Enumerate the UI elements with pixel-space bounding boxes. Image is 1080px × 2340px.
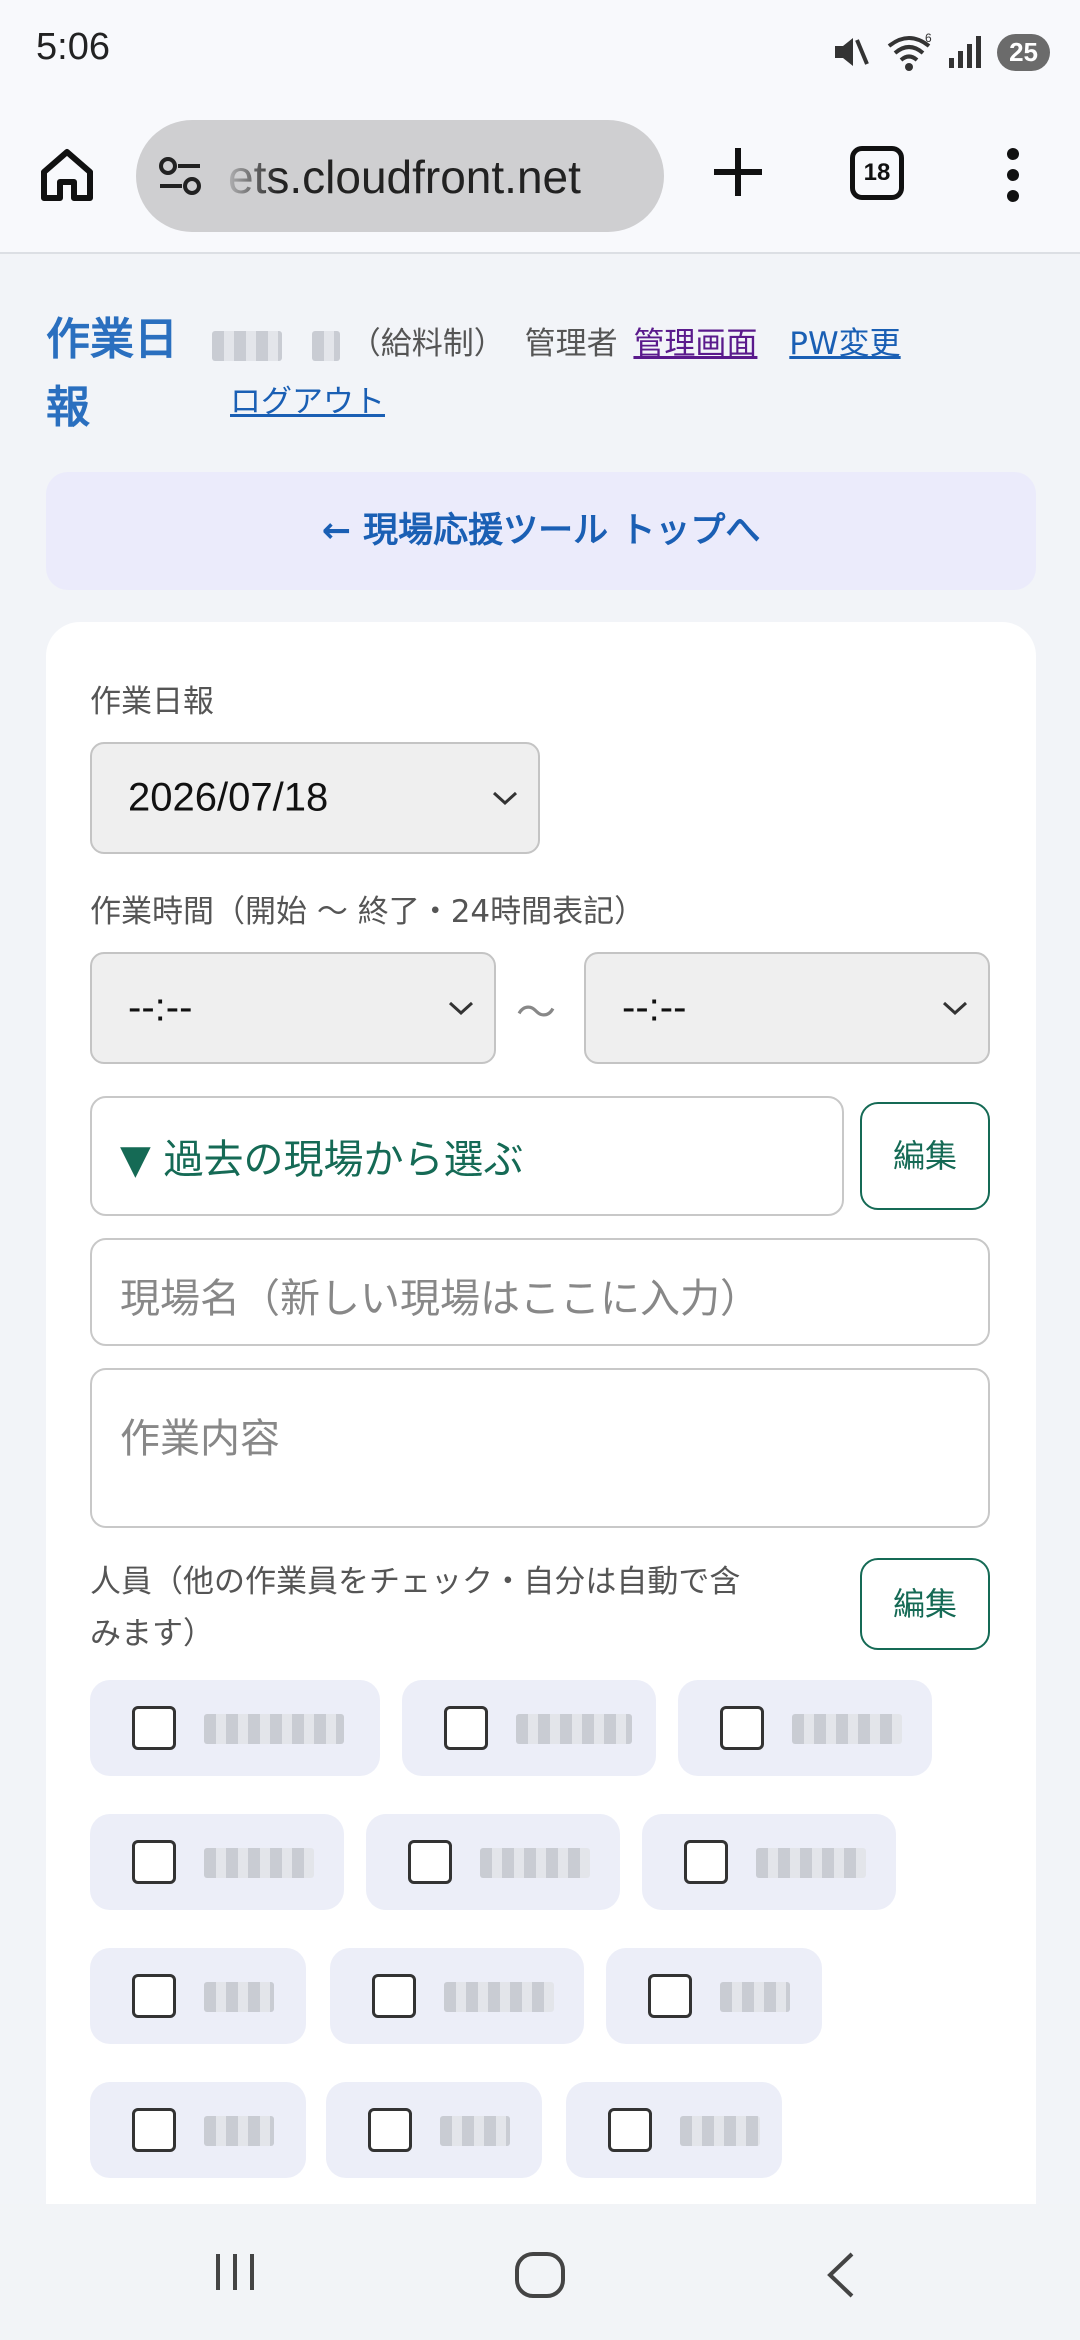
browser-toolbar: ets.cloudfront.net 18 <box>0 104 1080 254</box>
checkbox[interactable] <box>684 1840 728 1884</box>
admin-link[interactable]: 管理画面 <box>633 326 757 362</box>
end-time-value: --:-- <box>622 985 687 1030</box>
battery-indicator: 25 <box>997 33 1050 71</box>
members-label-line1: 人員（他の作業員をチェック・自分は自動で含 <box>90 1564 741 1600</box>
chevron-down-icon <box>942 1001 968 1016</box>
member-name-blurred <box>516 1714 632 1744</box>
wifi-badge: 6 <box>925 32 932 45</box>
status-icons: 6 25 <box>831 30 1050 74</box>
url-bar[interactable]: ets.cloudfront.net <box>136 120 664 232</box>
start-time-value: --:-- <box>128 985 193 1030</box>
member-checkbox-item[interactable] <box>402 1680 656 1776</box>
member-checkbox-item[interactable] <box>326 2082 542 2178</box>
status-time: 5:06 <box>36 26 110 68</box>
checkbox[interactable] <box>648 1974 692 2018</box>
back-to-top-button[interactable]: ← 現場応援ツール トップへ <box>46 472 1036 590</box>
checkbox[interactable] <box>132 2108 176 2152</box>
more-menu-icon[interactable] <box>998 144 1028 206</box>
date-value: 2026/07/18 <box>128 775 329 820</box>
url-text: ets.cloudfront.net <box>228 151 581 203</box>
member-name-blurred <box>204 1848 314 1878</box>
status-bar: 5:06 6 25 <box>0 0 1080 104</box>
member-name-blurred <box>204 1982 274 2012</box>
back-icon[interactable] <box>824 2250 858 2300</box>
past-site-picker[interactable]: ▼ 過去の現場から選ぶ <box>90 1096 844 1216</box>
date-select[interactable]: 2026/07/18 <box>90 742 540 854</box>
report-label: 作業日報 <box>90 684 214 720</box>
logout-link[interactable]: ログアウト <box>230 376 385 421</box>
tab-switcher-button[interactable]: 18 <box>850 146 904 200</box>
checkbox[interactable] <box>132 1706 176 1750</box>
home-icon[interactable] <box>512 2250 568 2300</box>
member-checkbox-item[interactable] <box>642 1814 896 1910</box>
members-label-line2: みます） <box>90 1616 214 1652</box>
pw-change-link[interactable]: PW変更 <box>789 326 900 362</box>
user-info-line: （給料制） 管理者 管理画面 PW変更 <box>212 318 901 363</box>
checkbox[interactable] <box>368 2108 412 2152</box>
user-name-blurred <box>212 330 282 361</box>
member-checkbox-item[interactable] <box>90 1814 344 1910</box>
home-icon[interactable] <box>36 144 98 206</box>
member-name-blurred <box>680 2116 760 2146</box>
site-name-placeholder: 現場名（新しい現場はここに入力） <box>120 1276 760 1322</box>
checkbox[interactable] <box>608 2108 652 2152</box>
mute-icon <box>835 38 869 66</box>
time-range-separator: 〜 <box>516 990 556 1036</box>
checkbox[interactable] <box>720 1706 764 1750</box>
member-checkbox-item[interactable] <box>566 2082 782 2178</box>
member-name-blurred <box>204 1714 344 1744</box>
work-time-label: 作業時間（開始 〜 終了・24時間表記） <box>90 894 646 930</box>
signal-icon <box>949 36 982 68</box>
report-form-card: 作業日報 2026/07/18 作業時間（開始 〜 終了・24時間表記） --:… <box>46 622 1036 2204</box>
checkbox[interactable] <box>132 1840 176 1884</box>
user-name-blurred-2 <box>311 330 340 361</box>
member-name-blurred <box>440 2116 510 2146</box>
members-edit-button[interactable]: 編集 <box>860 1558 990 1650</box>
user-type: （給料制） <box>349 326 505 362</box>
system-nav-bar <box>0 2204 1080 2340</box>
member-checkbox-item[interactable] <box>606 1948 822 2044</box>
member-checkbox-item[interactable] <box>90 1680 380 1776</box>
site-settings-icon[interactable] <box>156 154 206 198</box>
member-checkbox-item[interactable] <box>366 1814 620 1910</box>
member-name-blurred <box>792 1714 902 1744</box>
site-edit-button[interactable]: 編集 <box>860 1102 990 1210</box>
member-checkbox-item[interactable] <box>330 1948 584 2044</box>
checkbox[interactable] <box>132 1974 176 2018</box>
app-title: 作業日報 <box>46 314 178 433</box>
member-name-blurred <box>444 1982 554 2012</box>
page-content: 作業日報 （給料制） 管理者 管理画面 PW変更 ログアウト ← 現場応援ツール… <box>0 256 1080 2204</box>
checkbox[interactable] <box>372 1974 416 2018</box>
work-content-textarea[interactable]: 作業内容 <box>90 1368 990 1528</box>
members-label: 人員（他の作業員をチェック・自分は自動で含 みます） <box>90 1556 740 1660</box>
wifi-icon: 6 <box>887 32 932 71</box>
chevron-down-icon <box>492 791 518 806</box>
user-role: 管理者 <box>524 326 618 362</box>
member-checkbox-item[interactable] <box>678 1680 932 1776</box>
start-time-select[interactable]: --:-- <box>90 952 496 1064</box>
url-fade <box>218 120 278 232</box>
past-site-picker-label: ▼ 過去の現場から選ぶ <box>120 1137 524 1183</box>
recent-apps-icon[interactable] <box>210 2250 260 2294</box>
new-tab-icon[interactable] <box>708 142 768 202</box>
checkbox[interactable] <box>408 1840 452 1884</box>
member-checkbox-item[interactable] <box>90 1948 306 2044</box>
member-name-blurred <box>204 2116 274 2146</box>
member-checkbox-item[interactable] <box>90 2082 306 2178</box>
checkbox[interactable] <box>444 1706 488 1750</box>
work-content-placeholder: 作業内容 <box>120 1416 280 1462</box>
member-name-blurred <box>720 1982 790 2012</box>
member-name-blurred <box>480 1848 590 1878</box>
end-time-select[interactable]: --:-- <box>584 952 990 1064</box>
site-name-input[interactable]: 現場名（新しい現場はここに入力） <box>90 1238 990 1346</box>
chevron-down-icon <box>448 1001 474 1016</box>
member-name-blurred <box>756 1848 866 1878</box>
